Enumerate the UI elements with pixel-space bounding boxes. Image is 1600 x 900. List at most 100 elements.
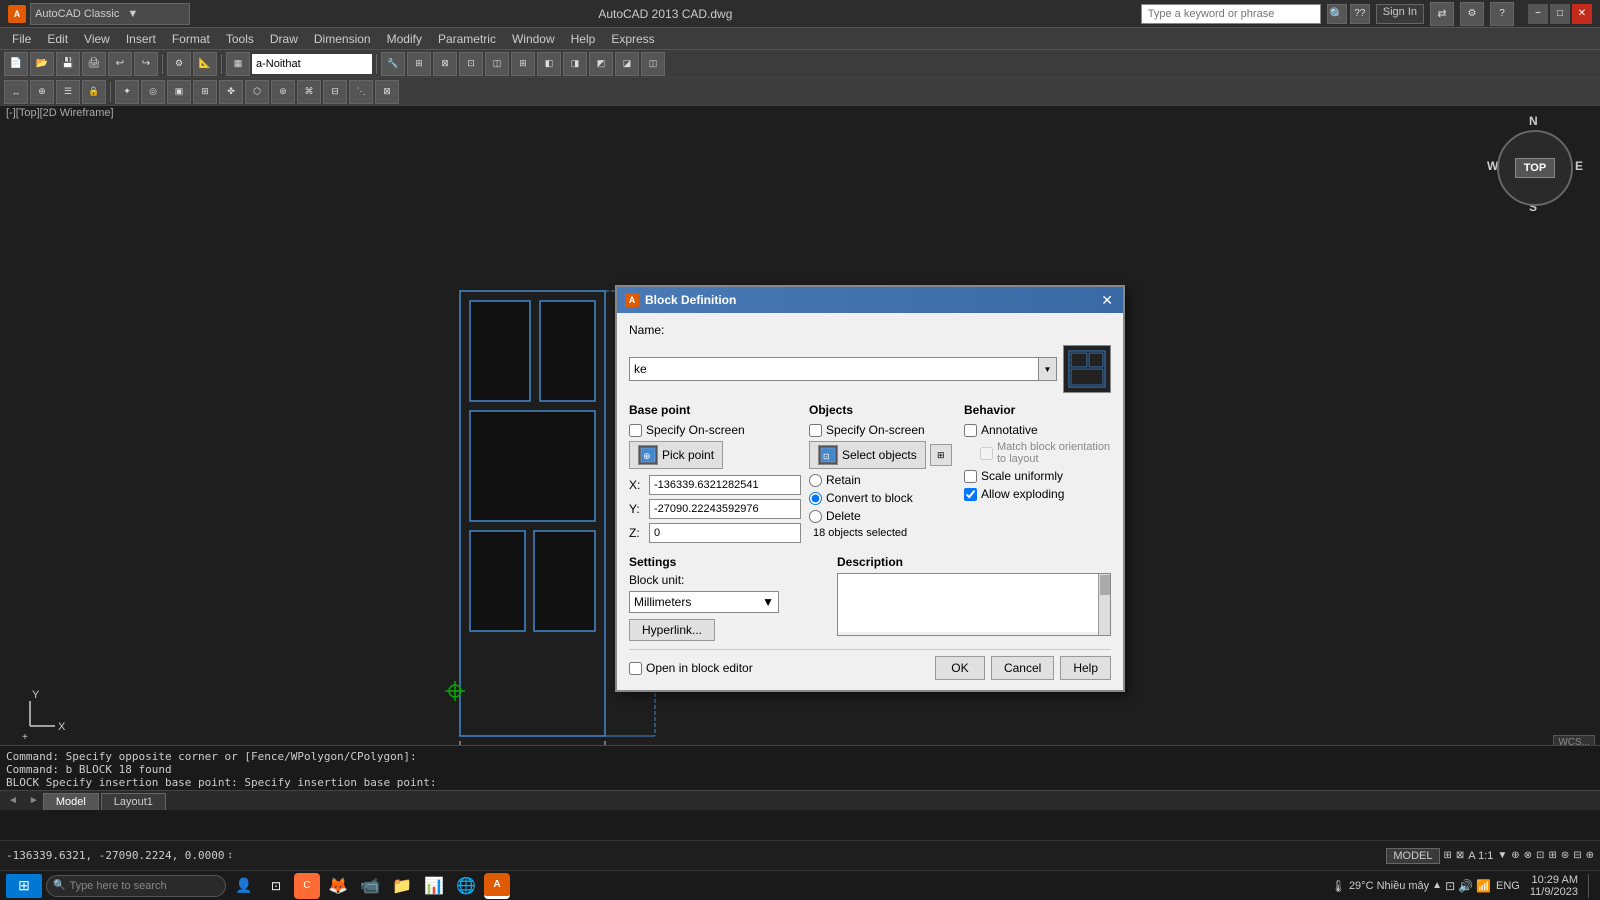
name-input[interactable] xyxy=(630,358,1038,380)
t2-icon6[interactable]: ◎ xyxy=(141,80,165,104)
hyperlink-button[interactable]: Hyperlink... xyxy=(629,619,715,641)
menu-insert[interactable]: Insert xyxy=(118,30,164,48)
restore-button[interactable]: □ xyxy=(1550,4,1570,24)
convert-to-block-radio[interactable] xyxy=(809,492,822,505)
menu-window[interactable]: Window xyxy=(504,30,563,48)
menu-help[interactable]: Help xyxy=(563,30,604,48)
layer-state-icon[interactable]: ▦ xyxy=(226,52,250,76)
help-button[interactable]: Help xyxy=(1060,656,1111,680)
minimize-button[interactable]: − xyxy=(1528,4,1548,24)
y-coord-input[interactable] xyxy=(649,499,801,519)
annotative-checkbox[interactable] xyxy=(964,424,977,437)
scale-uniformly-checkbox[interactable] xyxy=(964,470,977,483)
tab-nav-prev[interactable]: ◄ xyxy=(4,795,22,806)
retain-radio[interactable] xyxy=(809,474,822,487)
print-icon[interactable]: 🖨 xyxy=(82,52,106,76)
t2-icon12[interactable]: ⌘ xyxy=(297,80,321,104)
taskbar-icon-taskview[interactable]: ⊡ xyxy=(262,872,290,900)
taskbar-icon-zoom[interactable]: 📹 xyxy=(356,872,384,900)
tb-extra4[interactable]: ◫ xyxy=(485,52,509,76)
start-button[interactable]: ⊞ xyxy=(6,874,42,898)
redo-icon[interactable]: ↪ xyxy=(134,52,158,76)
properties-icon[interactable]: 🔧 xyxy=(381,52,405,76)
open-icon[interactable]: 📂 xyxy=(30,52,54,76)
keyword-search-input[interactable] xyxy=(1141,4,1321,24)
objects-specify-onscreen-checkbox[interactable] xyxy=(809,424,822,437)
block-unit-dropdown[interactable]: Millimeters ▼ xyxy=(629,591,779,613)
tb-extra7[interactable]: ◨ xyxy=(563,52,587,76)
taskbar-arrow-up[interactable]: ▲ xyxy=(1432,880,1442,891)
taskbar-icon-cortana[interactable]: 👤 xyxy=(230,872,258,900)
settings-icon[interactable]: ⚙ xyxy=(1460,2,1484,26)
t2-icon9[interactable]: ✤ xyxy=(219,80,243,104)
tool2-icon[interactable]: 📐 xyxy=(193,52,217,76)
open-in-block-editor-checkbox[interactable] xyxy=(629,662,642,675)
t2-icon10[interactable]: ⬡ xyxy=(245,80,269,104)
save-icon[interactable]: 💾 xyxy=(56,52,80,76)
delete-radio[interactable] xyxy=(809,510,822,523)
taskbar-icon-files[interactable]: 📁 xyxy=(388,872,416,900)
menu-modify[interactable]: Modify xyxy=(379,30,430,48)
sign-in-button[interactable]: Sign In xyxy=(1376,4,1424,24)
t2-icon4[interactable]: 🔒 xyxy=(82,80,106,104)
name-dropdown-button[interactable]: ▼ xyxy=(1038,358,1056,380)
t2-icon3[interactable]: ☰ xyxy=(56,80,80,104)
x-coord-input[interactable] xyxy=(649,475,801,495)
description-scrollbar[interactable] xyxy=(1098,574,1110,635)
menu-parametric[interactable]: Parametric xyxy=(430,30,504,48)
description-textarea[interactable] xyxy=(838,574,1098,632)
tb-extra2[interactable]: ⊠ xyxy=(433,52,457,76)
menu-dimension[interactable]: Dimension xyxy=(306,30,379,48)
menu-express[interactable]: Express xyxy=(603,30,662,48)
tab-layout1[interactable]: Layout1 xyxy=(101,793,166,810)
menu-draw[interactable]: Draw xyxy=(262,30,306,48)
select-objects-button[interactable]: ⊡ Select objects xyxy=(809,441,926,469)
profile-dropdown[interactable]: AutoCAD Classic ▼ xyxy=(30,3,190,25)
new-icon[interactable]: 📄 xyxy=(4,52,28,76)
dialog-close-button[interactable]: ✕ xyxy=(1099,292,1115,309)
match-block-checkbox[interactable] xyxy=(980,447,993,460)
ok-button[interactable]: OK xyxy=(935,656,985,680)
help-icon[interactable]: ? xyxy=(1490,2,1514,26)
tb-extra5[interactable]: ⊞ xyxy=(511,52,535,76)
t2-icon2[interactable]: ⊕ xyxy=(30,80,54,104)
tb-extra8[interactable]: ◩ xyxy=(589,52,613,76)
t2-icon1[interactable]: ↔ xyxy=(4,80,28,104)
taskbar-icon-ff[interactable]: 🦊 xyxy=(324,872,352,900)
t2-icon11[interactable]: ⊛ xyxy=(271,80,295,104)
close-button[interactable]: ✕ xyxy=(1572,4,1592,24)
exchange-icon[interactable]: ⇄ xyxy=(1430,2,1454,26)
tab-model[interactable]: Model xyxy=(43,793,99,810)
show-desktop-button[interactable] xyxy=(1588,874,1594,898)
menu-file[interactable]: File xyxy=(4,30,39,48)
z-coord-input[interactable] xyxy=(649,523,801,543)
specify-onscreen-checkbox[interactable] xyxy=(629,424,642,437)
t2-icon8[interactable]: ⊞ xyxy=(193,80,217,104)
taskbar-icon-chrome[interactable]: 🌐 xyxy=(452,872,480,900)
tb-extra9[interactable]: ◪ xyxy=(615,52,639,76)
t2-icon14[interactable]: ⋱ xyxy=(349,80,373,104)
quickselect-icon[interactable]: ⊞ xyxy=(930,444,952,466)
cancel-button[interactable]: Cancel xyxy=(991,656,1054,680)
taskbar-icon-excel[interactable]: 📊 xyxy=(420,872,448,900)
t2-icon5[interactable]: ✦ xyxy=(115,80,139,104)
taskbar-search[interactable]: 🔍 Type here to search xyxy=(46,875,226,897)
tb-extra1[interactable]: ⊞ xyxy=(407,52,431,76)
tb-extra3[interactable]: ⊡ xyxy=(459,52,483,76)
tool1-icon[interactable]: ⚙ xyxy=(167,52,191,76)
t2-icon13[interactable]: ⊟ xyxy=(323,80,347,104)
tab-nav-next[interactable]: ► xyxy=(25,795,43,806)
tb-extra6[interactable]: ◧ xyxy=(537,52,561,76)
t2-icon7[interactable]: ▣ xyxy=(167,80,191,104)
taskbar-icon-autocad[interactable]: A xyxy=(484,873,510,899)
t2-icon15[interactable]: ⊠ xyxy=(375,80,399,104)
menu-edit[interactable]: Edit xyxy=(39,30,76,48)
menu-view[interactable]: View xyxy=(76,30,118,48)
search-icon[interactable]: 🔍 xyxy=(1327,4,1347,24)
pick-point-button[interactable]: ⊕ Pick point xyxy=(629,441,723,469)
allow-exploding-checkbox[interactable] xyxy=(964,488,977,501)
taskbar-icon-chrome-ext[interactable]: C xyxy=(294,873,320,899)
undo-icon[interactable]: ↩ xyxy=(108,52,132,76)
menu-tools[interactable]: Tools xyxy=(218,30,262,48)
menu-format[interactable]: Format xyxy=(164,30,218,48)
